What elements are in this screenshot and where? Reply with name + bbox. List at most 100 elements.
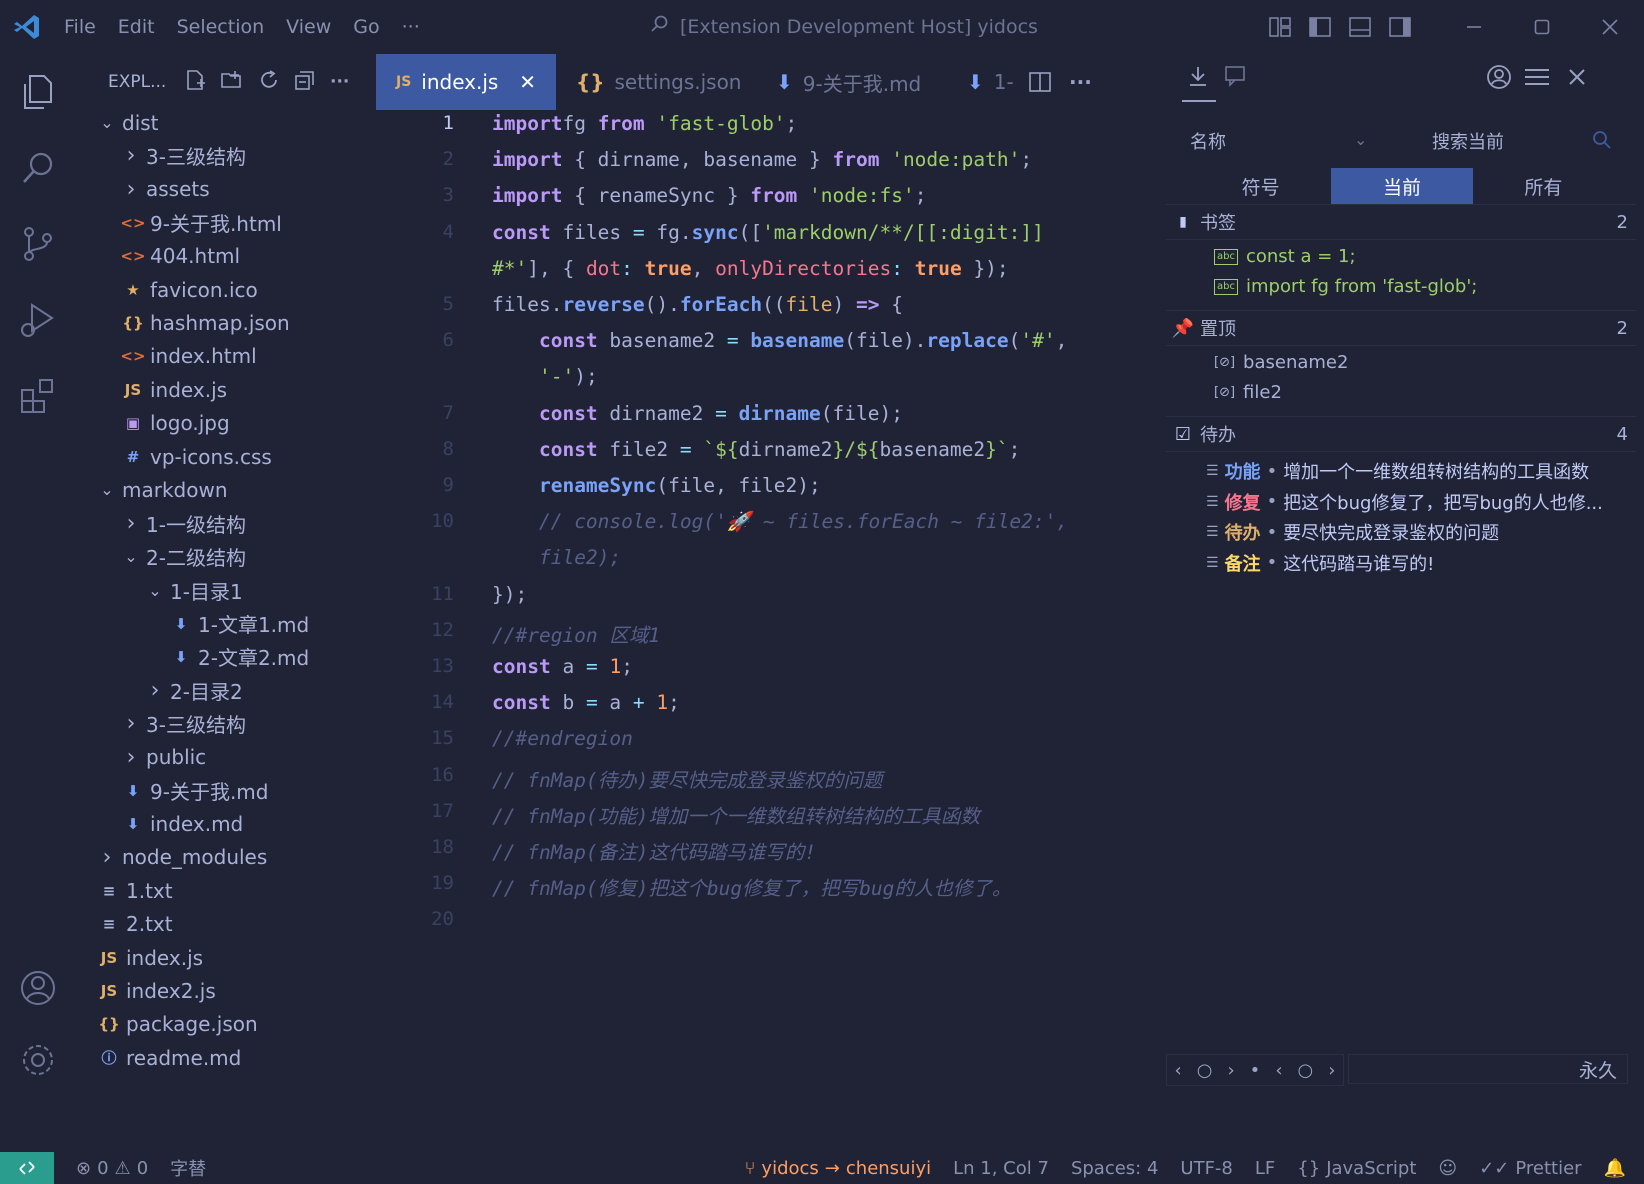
todo-item[interactable]: ☰ 备注 • 这代码踏马谁写的! [1206,550,1434,576]
todo-item[interactable]: ☰ 修复 • 把这个bug修复了，把写bug的人也修... [1206,489,1603,515]
bookmarks-section-header[interactable]: ▮ 书签 2 [1166,204,1636,240]
pinned-item[interactable]: [⊘] basename2 [1214,352,1348,373]
tree-item[interactable]: › assets [120,173,210,206]
circle-icon[interactable]: ○ [1298,1060,1314,1081]
notifications-bell-icon[interactable]: 🔔 [1604,1158,1626,1179]
tree-item[interactable]: › 1-一级结构 [120,507,246,540]
tab-settings-json[interactable]: {} settings.json [556,54,756,110]
maximize-button[interactable] [1508,0,1576,54]
tree-item[interactable]: ⌄ dist [96,106,158,139]
encoding[interactable]: UTF-8 [1180,1158,1232,1179]
minimize-button[interactable] [1440,0,1508,54]
menu-file[interactable]: File [64,16,96,38]
tree-item[interactable]: JS index2.js [96,974,216,1007]
tree-item[interactable]: JS index.js [96,941,203,974]
scope-tab-all[interactable]: 所有 [1473,168,1614,204]
language-mode[interactable]: {} JavaScript [1297,1158,1416,1179]
menu-icon[interactable] [1524,67,1550,92]
todo-item[interactable]: ☰ 功能 • 增加一个一维数组转树结构的工具函数 [1206,458,1589,484]
duration-select[interactable]: 永久 [1348,1054,1628,1084]
search-icon[interactable] [0,138,76,198]
pin-panel-icon[interactable] [1186,64,1210,93]
tab-overflow[interactable]: ⬇ 1- [961,54,1021,110]
panel-search-icon[interactable] [1592,130,1612,155]
end-of-line[interactable]: LF [1255,1158,1275,1179]
prettier-indicator[interactable]: ✓✓ Prettier [1479,1158,1581,1179]
problems-indicator[interactable]: ⊗ 0 ⚠ 0 [76,1158,148,1179]
tree-item[interactable]: ≡ 1.txt [96,874,173,907]
todo-section-header[interactable]: ☑ 待办 4 [1166,416,1636,452]
todo-item[interactable]: ☰ 待办 • 要尽快完成登录鉴权的问题 [1206,519,1499,545]
source-control-icon[interactable] [0,214,76,274]
tree-item[interactable]: ⌄ 2-二级结构 [120,540,246,573]
chevron-down-icon[interactable]: ⌄ [1354,130,1367,149]
next-icon[interactable]: › [1227,1060,1234,1081]
tree-item[interactable]: ⬇ index.md [120,807,244,840]
editor-more-icon[interactable]: ··· [1059,54,1102,110]
command-center[interactable]: [Extension Development Host] yidocs [650,14,1038,39]
pinned-section-header[interactable]: 📌 置顶 2 [1166,310,1636,346]
tree-item[interactable]: ⬇ 1-文章1.md [168,607,310,640]
tree-item[interactable]: ⬇ 9-关于我.md [120,774,269,807]
run-debug-icon[interactable] [0,290,76,350]
tree-item[interactable]: › public [120,741,207,774]
accounts-icon[interactable] [0,958,76,1018]
tab-about-md[interactable]: ⬇ 9-关于我.md [756,54,961,110]
bookmark-item[interactable]: abc import fg from 'fast-glob'; [1214,276,1477,297]
close-window-button[interactable] [1576,0,1644,54]
tree-item[interactable]: <> 9-关于我.html [120,206,281,239]
toggle-sidebar-icon[interactable] [1300,0,1340,54]
menu-edit[interactable]: Edit [118,16,155,38]
bookmark-item[interactable]: abc const a = 1; [1214,246,1356,267]
tree-item[interactable]: ★ favicon.ico [120,273,257,306]
branch-indicator[interactable]: ⑂ yidocs → chensuiyi [745,1158,932,1179]
tree-item[interactable]: ⬇ 2-文章2.md [168,640,310,673]
tree-item[interactable]: <> 404.html [120,240,240,273]
explorer-icon[interactable] [0,62,76,122]
tree-item[interactable]: › 3-三级结构 [120,707,246,740]
menu-more[interactable]: ··· [402,16,420,38]
toggle-panel-icon[interactable] [1340,0,1380,54]
menu-view[interactable]: View [286,16,331,38]
customize-layout-icon[interactable] [1260,0,1300,54]
prev-icon[interactable]: ‹ [1175,1060,1182,1081]
scope-tab-current[interactable]: 当前 [1331,168,1473,204]
settings-gear-icon[interactable] [0,1030,76,1090]
cursor-position[interactable]: Ln 1, Col 7 [953,1158,1049,1179]
tree-item[interactable]: ⓘ readme.md [96,1041,241,1074]
indentation[interactable]: Spaces: 4 [1071,1158,1158,1179]
tree-item[interactable]: ⌄ 1-目录1 [144,574,242,607]
font-indicator[interactable]: 字替 [170,1155,206,1181]
copilot-icon[interactable]: ☺ [1438,1158,1457,1179]
close-panel-icon[interactable] [1568,68,1586,91]
menu-selection[interactable]: Selection [177,16,265,38]
tree-item[interactable]: <> index.html [120,340,256,373]
list-icon: ☰ [1206,554,1219,571]
tree-item[interactable]: ▣ logo.jpg [120,407,230,440]
tree-item[interactable]: › node_modules [96,841,268,874]
tree-item[interactable]: # vp-icons.css [120,440,272,473]
split-editor-icon[interactable] [1021,54,1059,110]
tree-item[interactable]: {} package.json [96,1008,257,1041]
account-icon[interactable] [1486,64,1512,95]
tree-item[interactable]: ≡ 2.txt [96,908,173,941]
chat-icon[interactable] [1224,64,1248,93]
menu-go[interactable]: Go [353,16,379,38]
next-icon[interactable]: › [1328,1060,1335,1081]
remote-indicator-icon[interactable] [0,1152,54,1184]
circle-icon[interactable]: ○ [1197,1060,1213,1081]
code-editor[interactable]: 1 2 3 4 5 6 7 8 9 10 11 12 13 14 15 16 17 18 19 20 importfg … [376,110,1156,1152]
toggle-secondary-sidebar-icon[interactable] [1380,0,1420,54]
tree-item[interactable]: › 3-三级结构 [120,139,246,172]
extensions-icon[interactable] [0,366,76,426]
code-token: dirname [738,401,821,425]
prev-icon[interactable]: ‹ [1275,1060,1282,1081]
close-tab-icon[interactable]: ✕ [519,70,536,94]
tree-item[interactable]: ⌄ markdown [96,473,227,506]
tab-index-js[interactable]: JS index.js ✕ [376,54,556,110]
scope-tab-symbol[interactable]: 符号 [1190,168,1331,204]
pinned-item[interactable]: [⊘] file2 [1214,382,1282,403]
tree-item[interactable]: {} hashmap.json [120,306,289,339]
tree-item[interactable]: › 2-目录2 [144,674,243,707]
tree-item[interactable]: JS index.js [120,373,227,406]
